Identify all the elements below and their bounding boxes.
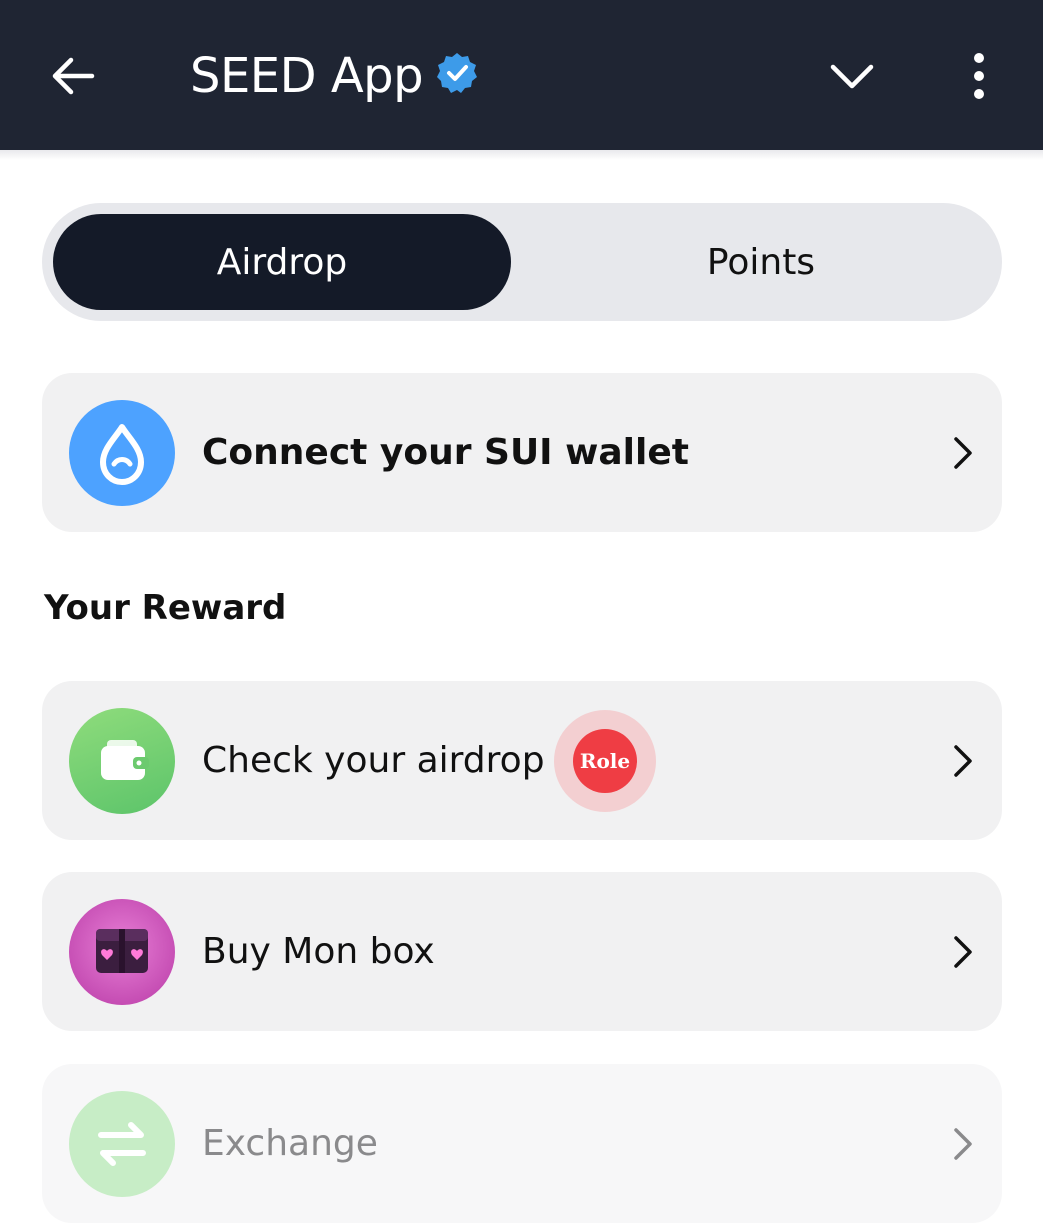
chevron-down-icon[interactable] (826, 52, 878, 100)
connect-wallet-label: Connect your SUI wallet (202, 432, 689, 473)
section-title-your-reward: Your Reward (44, 588, 287, 628)
role-badge-label: Role (573, 729, 637, 793)
title-group: SEED App (190, 44, 479, 108)
app-header: SEED App (0, 0, 1043, 150)
tab-switcher: Airdrop Points (42, 203, 1002, 321)
check-airdrop-card[interactable]: Check your airdrop Role (42, 681, 1002, 840)
exchange-label: Exchange (202, 1123, 378, 1164)
chevron-right-icon (954, 936, 972, 968)
header-shadow (0, 150, 1043, 160)
exchange-icon (69, 1091, 175, 1197)
buy-mon-box-card[interactable]: Buy Mon box (42, 872, 1002, 1031)
chevron-right-icon (954, 1128, 972, 1160)
more-vertical-icon[interactable] (958, 48, 1000, 104)
mon-box-icon (69, 899, 175, 1005)
verified-badge-icon (437, 53, 478, 93)
check-airdrop-label: Check your airdrop (202, 740, 545, 781)
sui-drop-icon (69, 400, 175, 506)
wallet-icon (69, 708, 175, 814)
tab-points[interactable]: Points (532, 214, 990, 310)
arrow-left-icon[interactable] (44, 48, 100, 104)
exchange-card[interactable]: Exchange (42, 1064, 1002, 1223)
tab-airdrop[interactable]: Airdrop (53, 214, 511, 310)
role-badge: Role (554, 710, 656, 812)
app-title: SEED App (190, 48, 424, 104)
chevron-right-icon (954, 745, 972, 777)
chevron-right-icon (954, 437, 972, 469)
connect-wallet-card[interactable]: Connect your SUI wallet (42, 373, 1002, 532)
buy-mon-box-label: Buy Mon box (202, 931, 435, 972)
